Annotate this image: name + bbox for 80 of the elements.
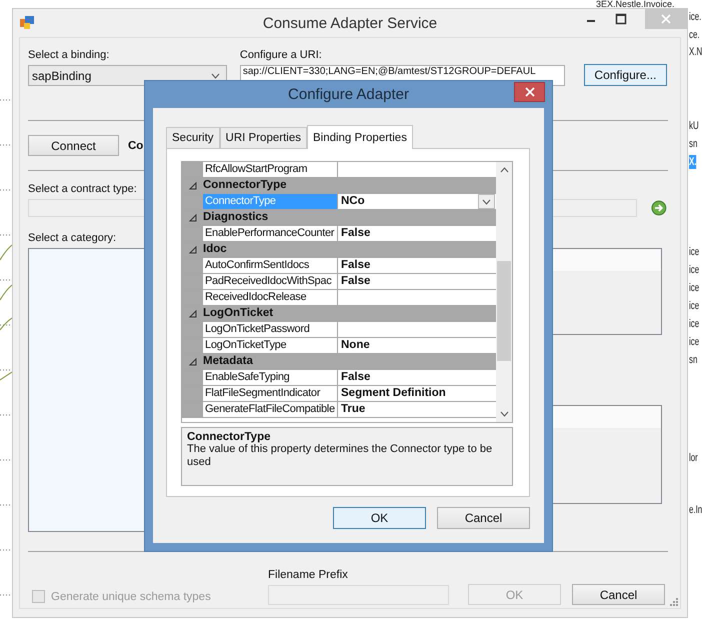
property-name[interactable]: RfcAllowStartProgram bbox=[203, 162, 338, 177]
app-icon bbox=[19, 15, 35, 31]
category-heading[interactable]: ConnectorType bbox=[203, 178, 286, 193]
arrow-right-icon[interactable] bbox=[651, 200, 667, 216]
ok-button[interactable]: OK bbox=[333, 507, 426, 529]
property-name[interactable]: FlatFileSegmentIndicator bbox=[203, 386, 338, 401]
collapse-icon[interactable] bbox=[188, 214, 196, 222]
category-heading[interactable]: LogOnTicket bbox=[203, 306, 274, 321]
close-button[interactable] bbox=[514, 82, 545, 102]
property-name[interactable]: AutoConfirmSentIdocs bbox=[203, 258, 338, 273]
field-label: Select a contract type: bbox=[28, 182, 137, 196]
category-row[interactable]: ConnectorType bbox=[182, 178, 496, 194]
property-value[interactable]: Segment Definition bbox=[341, 386, 446, 401]
property-name[interactable]: LogOnTicketPassword bbox=[203, 322, 338, 337]
dialog-title: Configure Adapter bbox=[288, 86, 409, 103]
scrollbar[interactable] bbox=[496, 162, 512, 422]
field-label: Select a category: bbox=[28, 231, 116, 245]
tab[interactable]: Security bbox=[166, 127, 220, 148]
background-text: e.In bbox=[689, 503, 702, 517]
property-value[interactable]: False bbox=[341, 370, 370, 385]
cancel-button[interactable]: Cancel bbox=[437, 507, 530, 529]
close-icon bbox=[524, 87, 534, 97]
background-text: 3EX.Nestle.Invoice. bbox=[596, 0, 675, 8]
collapse-icon[interactable] bbox=[188, 246, 196, 254]
tab[interactable]: URI Properties bbox=[220, 127, 307, 148]
property-name[interactable]: LogOnTicketType bbox=[203, 338, 338, 353]
configure-button[interactable]: Configure... bbox=[584, 64, 667, 86]
close-icon bbox=[661, 14, 671, 24]
window-title: Consume Adapter Service bbox=[262, 14, 438, 32]
tab[interactable]: Binding Properties bbox=[306, 125, 413, 149]
collapse-icon[interactable] bbox=[188, 310, 196, 318]
category-row[interactable]: Idoc bbox=[182, 242, 496, 258]
property-value[interactable]: False bbox=[341, 274, 370, 289]
chevron-up-icon[interactable] bbox=[500, 167, 508, 173]
background-text: lor bbox=[689, 451, 698, 465]
background-text: kU bbox=[689, 119, 699, 133]
field-label: Filename Prefix bbox=[268, 568, 348, 582]
background-text: ice bbox=[689, 245, 700, 259]
field-label: Select a binding: bbox=[28, 48, 110, 62]
background-text: sn bbox=[689, 353, 698, 367]
collapse-icon[interactable] bbox=[188, 182, 196, 190]
property-name[interactable]: GenerateFlatFileCompatible bbox=[203, 402, 338, 417]
property-value[interactable]: False bbox=[341, 226, 370, 241]
property-value[interactable]: True bbox=[341, 402, 366, 417]
background-text: ce. bbox=[689, 28, 700, 42]
background-text: X.N bbox=[689, 45, 702, 59]
resize-grip-icon[interactable] bbox=[670, 598, 678, 606]
property-value[interactable]: NCo bbox=[341, 194, 365, 209]
property-name[interactable]: ReceivedIdocRelease bbox=[203, 290, 338, 305]
background-text: ice. bbox=[689, 10, 702, 24]
status-text: Co bbox=[128, 140, 144, 152]
background-text: sn bbox=[689, 137, 698, 151]
description-title: ConnectorType bbox=[187, 431, 270, 443]
background-text: ice bbox=[689, 335, 700, 349]
category-heading[interactable]: Idoc bbox=[203, 242, 227, 257]
maximize-icon[interactable] bbox=[615, 13, 627, 25]
background-text: X. bbox=[689, 155, 696, 169]
property-value[interactable]: False bbox=[341, 258, 370, 273]
chevron-down-icon bbox=[482, 198, 491, 204]
field-label: Configure a URI: bbox=[240, 48, 322, 62]
chevron-down-icon[interactable] bbox=[500, 411, 508, 417]
background-text: ice bbox=[689, 299, 700, 313]
connect-button[interactable]: Connect bbox=[28, 135, 119, 156]
collapse-icon[interactable] bbox=[188, 358, 196, 366]
property-name[interactable]: PadReceivedIdocWithSpac bbox=[203, 274, 338, 289]
property-value[interactable]: None bbox=[341, 338, 370, 353]
chevron-down-icon bbox=[210, 72, 220, 78]
property-name[interactable]: EnablePerformanceCounter bbox=[203, 226, 338, 241]
background-text: ice bbox=[689, 317, 700, 331]
category-row[interactable]: LogOnTicket bbox=[182, 306, 496, 322]
category-row[interactable]: Diagnostics bbox=[182, 210, 496, 226]
property-name[interactable]: EnableSafeTyping bbox=[203, 370, 338, 385]
category-heading[interactable]: Diagnostics bbox=[203, 210, 268, 225]
background-text: ice bbox=[689, 263, 700, 277]
category-heading[interactable]: Metadata bbox=[203, 354, 253, 369]
dropdown-button[interactable] bbox=[478, 194, 495, 209]
background-text: ice bbox=[689, 281, 700, 295]
description-text: The value of this property determines the Connector type to be used bbox=[187, 443, 494, 469]
cancel-button[interactable]: Cancel bbox=[572, 584, 665, 605]
category-row[interactable]: Metadata bbox=[182, 354, 496, 370]
